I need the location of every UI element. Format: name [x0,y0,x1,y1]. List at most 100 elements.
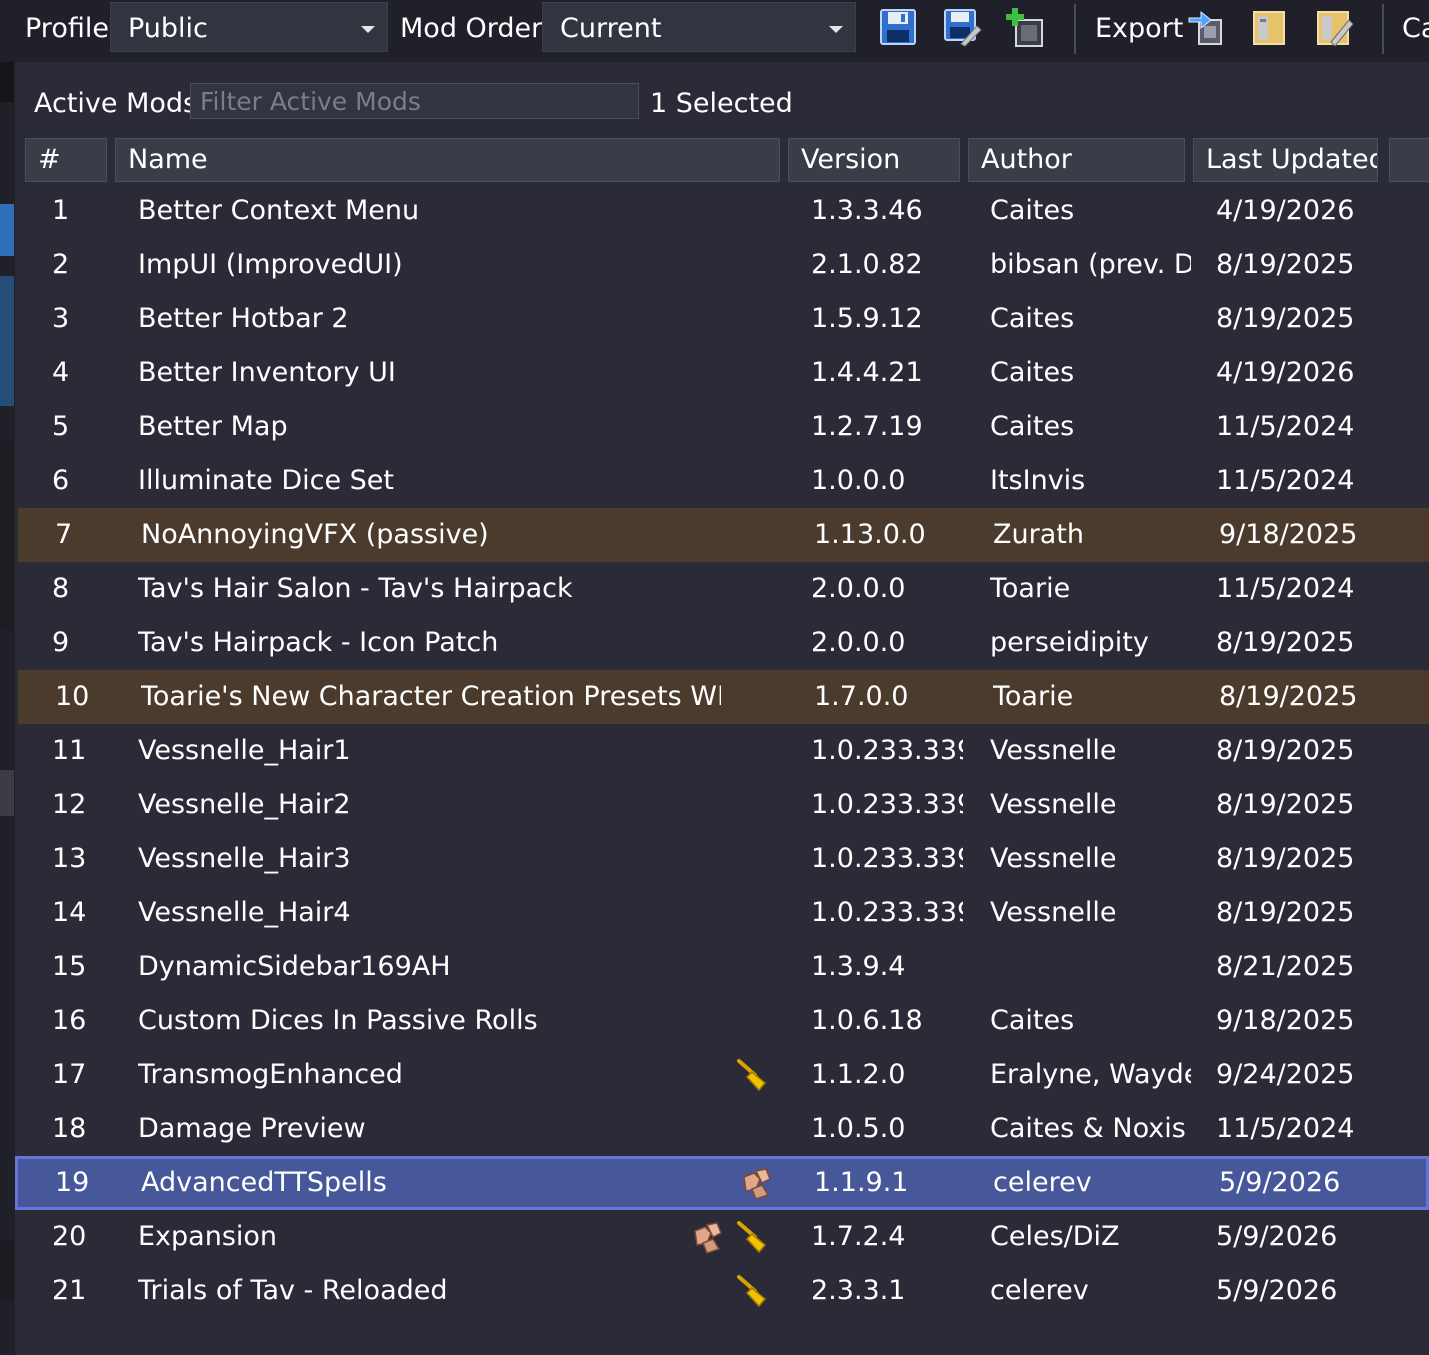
table-row[interactable]: 15 DynamicSidebar169AH 1.3.9.4 8/21/2025 [15,940,1429,994]
table-row[interactable]: 1 Better Context Menu 1.3.3.46 Caites 4/19/2… [15,184,1429,238]
row-number: 8 [52,574,70,604]
row-mod-name: TransmogEnhanced [138,1060,403,1090]
table-row[interactable]: 9 Tav's Hairpack - Icon Patch 2.0.0.0 perse… [15,616,1429,670]
row-author: ItsInvis [990,466,1086,496]
table-row[interactable]: 19 AdvancedTTSpells 1.1.9.1 celerev 5/9/2026 [15,1156,1429,1210]
save-as-icon[interactable] [941,6,983,48]
row-mod-name: Vessnelle_Hair2 [138,790,351,820]
table-row[interactable]: 13 Vessnelle_Hair3 1.0.233.3395! Vessnelle 8… [15,832,1429,886]
row-number: 5 [52,412,70,442]
row-number: 21 [52,1276,87,1306]
row-version: 1.4.4.21 [811,358,923,388]
table-row[interactable]: 3 Better Hotbar 2 1.5.9.12 Caites 8/19/2025 [15,292,1429,346]
row-last-updated: 8/19/2025 [1216,898,1355,928]
row-author: Celes/DiZ [990,1222,1120,1252]
column-header-last-updated[interactable]: Last Updated [1193,138,1378,182]
mod-order-dropdown[interactable]: Current [542,2,856,52]
row-number: 3 [52,304,70,334]
table-row[interactable]: 14 Vessnelle_Hair4 1.0.233.3395! Vessnelle 8… [15,886,1429,940]
row-number: 17 [52,1060,87,1090]
table-row[interactable]: 8 Tav's Hair Salon - Tav's Hairpack 2.0.0.… [15,562,1429,616]
row-mod-name: Expansion [138,1222,278,1252]
export-list-icon[interactable] [1313,6,1355,48]
row-author: Vessnelle [990,844,1117,874]
row-last-updated: 8/19/2025 [1216,844,1355,874]
row-last-updated: 11/5/2024 [1216,574,1355,604]
row-author: Vessnelle [990,898,1117,928]
row-mod-name: Better Inventory UI [138,358,396,388]
row-mod-name: Vessnelle_Hair1 [138,736,351,766]
profile-label: Profile [25,13,109,44]
row-last-updated: 11/5/2024 [1216,466,1355,496]
row-version: 1.0.5.0 [811,1114,906,1144]
row-last-updated: 4/19/2026 [1216,196,1355,226]
row-last-updated: 11/5/2024 [1216,412,1355,442]
row-last-updated: 9/24/2025 [1216,1060,1355,1090]
row-version: 1.1.2.0 [811,1060,906,1090]
table-row[interactable]: 11 Vessnelle_Hair1 1.0.233.3395! Vessnelle 8… [15,724,1429,778]
row-number: 6 [52,466,70,496]
row-version: 2.1.0.82 [811,250,923,280]
table-row[interactable]: 20 Expansion 1.7.2.4 Celes/DiZ 5/9/2026 [15,1210,1429,1264]
row-last-updated: 11/5/2024 [1216,1114,1355,1144]
row-version: 2.0.0.0 [811,574,906,604]
row-author: Toarie [993,682,1074,712]
row-number: 7 [55,520,73,550]
row-mod-name: Illuminate Dice Set [138,466,394,496]
export-icon[interactable] [1187,6,1229,48]
column-header-author[interactable]: Author [968,138,1185,182]
row-last-updated: 8/19/2025 [1216,736,1355,766]
table-row[interactable]: 7 NoAnnoyingVFX (passive) 1.13.0.0 Zurath 9/… [18,508,1429,562]
table-row[interactable]: 10 Toarie's New Character Creation Preset… [18,670,1429,724]
row-version: 1.0.233.3395! [811,898,963,928]
row-number: 10 [55,682,90,712]
row-author: perseidipity [990,628,1149,658]
toolbar-separator [1382,4,1384,54]
row-version: 1.0.233.3395! [811,790,963,820]
column-header-extra[interactable] [1389,138,1429,182]
row-mod-name: Damage Preview [138,1114,366,1144]
row-mod-name: DynamicSidebar169AH [138,952,451,982]
filter-active-mods-input[interactable] [190,83,639,119]
profile-dropdown[interactable]: Public [110,2,388,52]
row-number: 18 [52,1114,87,1144]
row-number: 2 [52,250,70,280]
row-author: Caites [990,196,1075,226]
row-version: 1.7.2.4 [811,1222,906,1252]
table-row[interactable]: 16 Custom Dices In Passive Rolls 1.0.6.18 C… [15,994,1429,1048]
chevron-down-icon [829,26,843,33]
column-header-number[interactable]: # [25,138,107,182]
toolbar-cut-off-label[interactable]: Ca [1402,13,1429,44]
save-icon[interactable] [877,6,919,48]
row-author: celerev [993,1168,1092,1198]
column-header-version[interactable]: Version [788,138,960,182]
mod-order-label: Mod Order [400,13,543,44]
column-header-name[interactable]: Name [115,138,780,182]
row-version: 1.2.7.19 [811,412,923,442]
row-number: 14 [52,898,87,928]
table-row[interactable]: 5 Better Map 1.2.7.19 Caites 11/5/2024 [15,400,1429,454]
row-number: 16 [52,1006,87,1036]
export-folder-icon[interactable] [1249,6,1291,48]
chevron-down-icon [361,26,375,33]
row-version: 1.13.0.0 [814,520,926,550]
broom-icon [735,1273,771,1309]
row-author: celerev [990,1276,1089,1306]
row-mod-name: Toarie's New Character Creation Presets … [141,682,721,712]
table-row[interactable]: 12 Vessnelle_Hair2 1.0.233.3395! Vessnelle 8… [15,778,1429,832]
row-last-updated: 8/19/2025 [1216,628,1355,658]
table-row[interactable]: 17 TransmogEnhanced 1.1.2.0 Eralyne, Wayden… [15,1048,1429,1102]
row-author: bibsan (prev. Djn [990,250,1191,280]
table-row[interactable]: 2 ImpUI (ImprovedUI) 2.1.0.82 bibsan (prev.… [15,238,1429,292]
table-row[interactable]: 21 Trials of Tav - Reloaded 2.3.3.1 celerev… [15,1264,1429,1318]
row-author: Vessnelle [990,790,1117,820]
row-last-updated: 8/19/2025 [1216,250,1355,280]
table-row[interactable]: 6 Illuminate Dice Set 1.0.0.0 ItsInvis 11/5/… [15,454,1429,508]
table-row[interactable]: 18 Damage Preview 1.0.5.0 Caites & Noxis 11/… [15,1102,1429,1156]
row-author: Caites & Noxis [990,1114,1186,1144]
puzzle-icon [738,1165,774,1201]
table-row[interactable]: 4 Better Inventory UI 1.4.4.21 Caites 4/19/2… [15,346,1429,400]
row-mod-name: Tav's Hairpack - Icon Patch [138,628,499,658]
broom-icon [735,1219,771,1255]
new-profile-icon[interactable] [1004,6,1046,48]
